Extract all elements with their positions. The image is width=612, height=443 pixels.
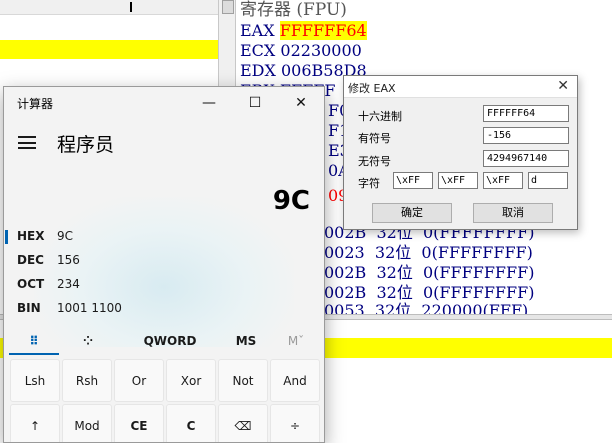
rsh-key[interactable]: Rsh xyxy=(62,359,112,402)
radix-value: 1001 1100 xyxy=(57,301,122,315)
mode-title: 程序员 xyxy=(57,134,115,156)
active-tab-indicator xyxy=(9,353,59,355)
app-title: 计算器 xyxy=(17,97,54,111)
clear-key[interactable]: C xyxy=(166,404,216,442)
keypad-tabs: ⠿ ⁘ QWORD MS Mˇ xyxy=(9,327,321,355)
divide-key[interactable]: ÷ xyxy=(270,404,320,442)
registers-title: 寄存器 (FPU) xyxy=(240,0,347,20)
selected-indicator xyxy=(5,230,8,244)
segment-row: 0023 32位 0(FFFFFFFF) xyxy=(324,243,533,262)
close-icon[interactable]: ✕ xyxy=(557,78,569,94)
lsh-key[interactable]: Lsh xyxy=(10,359,60,402)
full-keypad-tab[interactable]: ⠿ xyxy=(9,327,59,355)
and-key[interactable]: And xyxy=(270,359,320,402)
dialog-titlebar[interactable]: 修改 EAX ✕ xyxy=(344,76,577,98)
radix-value: 156 xyxy=(57,253,80,267)
close-button[interactable]: ✕ xyxy=(278,87,324,119)
xor-key[interactable]: Xor xyxy=(166,359,216,402)
segment-row: 002B 32位 0(FFFFFFFF) xyxy=(324,263,535,282)
radix-value: 9C xyxy=(57,229,74,243)
ok-button[interactable]: 确定 xyxy=(372,203,452,223)
radix-row-bin[interactable]: BIN 1001 1100 xyxy=(4,298,324,320)
register-name: EAX xyxy=(240,21,275,40)
radix-row-hex[interactable]: HEX 9C xyxy=(4,226,324,248)
calculator-titlebar[interactable]: 计算器 — ☐ ✕ xyxy=(4,87,324,119)
segment-row: 002B 32位 0(FFFFFFFF) xyxy=(324,283,535,302)
radix-name: BIN xyxy=(17,301,41,315)
radix-row-oct[interactable]: OCT 234 xyxy=(4,274,324,296)
radix-row-dec[interactable]: DEC 156 xyxy=(4,250,324,272)
char-field-1[interactable]: \xFF xyxy=(393,172,433,189)
radix-name: OCT xyxy=(17,277,45,291)
unsigned-field[interactable]: 4294967140 xyxy=(483,150,569,167)
bit-toggle-keypad-tab[interactable]: ⁘ xyxy=(61,327,115,355)
acrylic-glow xyxy=(34,197,294,347)
minimize-button[interactable]: — xyxy=(186,87,232,119)
hamburger-menu-icon[interactable] xyxy=(18,136,36,149)
char-field-2[interactable]: \xFF xyxy=(438,172,478,189)
register-value: FFFFFF64 xyxy=(279,21,367,40)
dialog-title: 修改 EAX xyxy=(348,82,396,95)
backspace-icon[interactable]: ⌫ xyxy=(218,404,268,442)
current-line-highlight xyxy=(0,40,218,59)
memory-store-button[interactable]: MS xyxy=(221,327,271,355)
unsigned-label: 无符号 xyxy=(358,155,391,168)
register-name: ECX xyxy=(240,41,276,60)
scrollbar-thumb[interactable] xyxy=(222,0,234,14)
char-label: 字符 xyxy=(358,177,380,190)
register-name: EDX xyxy=(240,61,276,80)
column-marker xyxy=(130,2,132,12)
or-key[interactable]: Or xyxy=(114,359,164,402)
pane-toolbar xyxy=(0,0,218,15)
cancel-button[interactable]: 取消 xyxy=(473,203,553,223)
hex-field[interactable]: FFFFFF64 xyxy=(483,105,569,122)
radix-name: DEC xyxy=(17,253,44,267)
char-field-3[interactable]: \xFF xyxy=(483,172,523,189)
shift-up-key[interactable]: ↑ xyxy=(10,404,60,442)
memory-list-button[interactable]: Mˇ xyxy=(271,327,321,355)
modify-register-dialog: 修改 EAX ✕ 十六进制 FFFFFF64 有符号 -156 无符号 4294… xyxy=(343,75,578,230)
mod-key[interactable]: Mod xyxy=(62,404,112,442)
signed-label: 有符号 xyxy=(358,132,391,145)
char-field-4[interactable]: d xyxy=(528,172,568,189)
maximize-button[interactable]: ☐ xyxy=(232,87,278,119)
clear-entry-key[interactable]: CE xyxy=(114,404,164,442)
calculator-window: 计算器 — ☐ ✕ 程序员 9C HEX 9C DEC 156 OCT 234 … xyxy=(3,86,325,443)
signed-field[interactable]: -156 xyxy=(483,127,569,144)
register-row-ecx[interactable]: ECX 02230000 xyxy=(240,41,362,61)
result-display: 9C xyxy=(272,186,310,216)
not-key[interactable]: Not xyxy=(218,359,268,402)
word-size-button[interactable]: QWORD xyxy=(129,327,211,355)
radix-name: HEX xyxy=(17,229,45,243)
hex-label: 十六进制 xyxy=(358,110,402,123)
register-value: 02230000 xyxy=(280,41,362,60)
register-row-eax[interactable]: EAX FFFFFF64 xyxy=(240,21,367,41)
radix-value: 234 xyxy=(57,277,80,291)
